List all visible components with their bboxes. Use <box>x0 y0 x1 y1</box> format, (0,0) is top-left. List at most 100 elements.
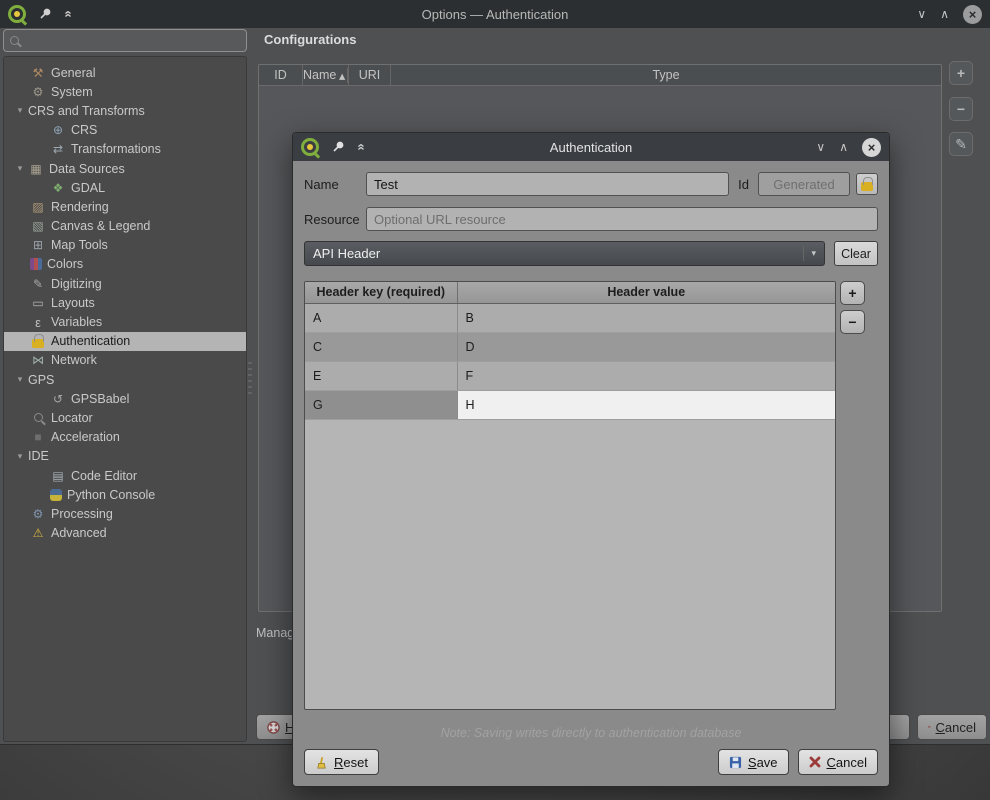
sidebar-item-label: General <box>51 66 95 80</box>
name-field[interactable] <box>366 172 729 196</box>
close-dialog-button[interactable]: × <box>862 138 881 157</box>
maximize-icon[interactable]: ∧ <box>839 140 848 154</box>
table-row[interactable]: EF <box>305 361 835 390</box>
add-header-button[interactable]: + <box>840 281 865 305</box>
close-window-button[interactable]: × <box>963 5 982 24</box>
sidebar-item-rendering[interactable]: ▨Rendering <box>4 197 246 216</box>
header-table-wrap: Header key (required)Header value ABCDEF… <box>304 281 836 710</box>
layouts-icon: ▭ <box>30 296 46 310</box>
sidebar-item-ide[interactable]: ▾IDE <box>4 447 246 466</box>
header-table[interactable]: Header key (required)Header value ABCDEF… <box>305 282 835 420</box>
sidebar-item-label: Digitizing <box>51 277 102 291</box>
sidebar-item-network[interactable]: ⋈Network <box>4 351 246 370</box>
column-header-name[interactable]: Name▴ <box>303 65 349 85</box>
sidebar-item-label: Processing <box>51 507 113 521</box>
minimize-icon[interactable]: ∨ <box>816 140 825 154</box>
sidebar-item-gdal[interactable]: ❖GDAL <box>4 178 246 197</box>
sidebar-item-locator[interactable]: Locator <box>4 408 246 427</box>
header-cell[interactable]: G <box>305 390 457 419</box>
minimize-icon[interactable]: ∨ <box>917 7 926 21</box>
sidebar-item-canvas-legend[interactable]: ▧ Canvas & Legend <box>4 217 246 236</box>
expander-icon[interactable]: ▾ <box>12 163 28 174</box>
sidebar-item-layouts[interactable]: ▭Layouts <box>4 293 246 312</box>
sidebar-item-colors[interactable]: Colors <box>4 255 246 274</box>
qgis-logo-icon <box>8 5 26 23</box>
header-cell[interactable]: E <box>305 361 457 390</box>
sidebar-item-digitizing[interactable]: ✎Digitizing <box>4 274 246 293</box>
sidebar-item-acceleration[interactable]: ■Acceleration <box>4 428 246 447</box>
id-field <box>758 172 850 196</box>
sidebar-item-python-console[interactable]: Python Console <box>4 485 246 504</box>
auth-method-value: API Header <box>313 246 380 261</box>
table-row[interactable]: GH <box>305 390 835 419</box>
sidebar-item-crs-and-transforms[interactable]: ▾CRS and Transforms <box>4 101 246 120</box>
expander-icon[interactable]: ▾ <box>12 105 28 116</box>
table-row[interactable]: CD <box>305 332 835 361</box>
sidebar-item-system[interactable]: ⚙System <box>4 82 246 101</box>
header-cell[interactable]: A <box>305 303 457 332</box>
sidebar-item-data-sources[interactable]: ▾▦Data Sources <box>4 159 246 178</box>
sidebar-item-crs[interactable]: ⊕CRS <box>4 121 246 140</box>
shade-icon[interactable]: » <box>61 10 75 17</box>
edit-configuration-button[interactable]: ✎ <box>949 132 973 156</box>
sidebar-item-label: GPSBabel <box>71 392 129 406</box>
sidebar-item-variables[interactable]: εVariables <box>4 312 246 331</box>
add-configuration-button[interactable]: + <box>949 61 973 85</box>
panel-splitter-handle[interactable] <box>248 362 252 396</box>
dialog-cancel-button[interactable]: Cancel <box>798 749 878 775</box>
header-cell[interactable]: B <box>457 303 835 332</box>
options-cancel-button[interactable]: Cancel <box>917 714 987 740</box>
pin-icon[interactable] <box>331 140 345 154</box>
header-cell[interactable]: D <box>457 332 835 361</box>
sidebar-item-transformations[interactable]: ⇄Transformations <box>4 140 246 159</box>
table-row[interactable]: AB <box>305 303 835 332</box>
sidebar-item-label: Advanced <box>51 526 107 540</box>
header-cell[interactable]: C <box>305 332 457 361</box>
shade-icon[interactable]: » <box>354 143 368 150</box>
hammer-icon: ⚒ <box>30 66 46 80</box>
canvas-icon: ▧ <box>30 219 46 233</box>
header-cell[interactable]: F <box>457 361 835 390</box>
header-cell[interactable]: H <box>457 390 835 419</box>
remove-configuration-button[interactable]: − <box>949 97 973 121</box>
sidebar-item-label: Colors <box>47 257 83 271</box>
clear-button[interactable]: Clear <box>834 241 878 266</box>
sidebar-item-gps[interactable]: ▾GPS <box>4 370 246 389</box>
manage-label: Manag <box>256 626 294 640</box>
pin-icon[interactable] <box>38 7 52 21</box>
sidebar-item-processing[interactable]: ⚙Processing <box>4 504 246 523</box>
reset-button[interactable]: Reset <box>304 749 379 775</box>
settings-search[interactable] <box>3 29 247 52</box>
resource-field[interactable] <box>366 207 878 231</box>
sidebar-item-authentication[interactable]: Authentication <box>4 332 246 351</box>
maximize-icon[interactable]: ∧ <box>940 7 949 21</box>
auth-method-select[interactable]: API Header ▾ <box>304 241 825 266</box>
sidebar-item-gpsbabel[interactable]: ↺ GPSBabel <box>4 389 246 408</box>
help-icon <box>267 721 280 734</box>
sidebar-item-label: Canvas & Legend <box>51 219 150 233</box>
magnifier-glyph <box>34 413 43 422</box>
remove-header-button[interactable]: − <box>840 310 865 334</box>
column-header-uri[interactable]: URI <box>349 65 391 85</box>
chevron-down-icon: ▾ <box>803 246 816 261</box>
configurations-heading: Configurations <box>264 32 356 47</box>
authentication-dialog: » Authentication ∨ ∧ × Name Id Resource … <box>292 132 890 787</box>
sidebar-item-general[interactable]: ⚒ General <box>4 63 246 82</box>
expander-icon[interactable]: ▾ <box>12 374 28 385</box>
sidebar-item-code-editor[interactable]: ▤Code Editor <box>4 466 246 485</box>
expander-icon[interactable]: ▾ <box>12 451 28 462</box>
gpsbabel-icon: ↺ <box>50 392 66 406</box>
sidebar-item-map-tools[interactable]: ⊞Map Tools <box>4 236 246 255</box>
sidebar-item-label: Network <box>51 353 97 367</box>
search-input[interactable] <box>25 34 240 48</box>
id-lock-button[interactable] <box>856 173 878 195</box>
column-header-id[interactable]: ID <box>259 65 303 85</box>
magnifier-icon <box>30 413 46 422</box>
lock-icon <box>30 335 46 348</box>
save-button[interactable]: Save <box>718 749 789 775</box>
sidebar-item-label: Transformations <box>71 142 161 156</box>
column-header-type[interactable]: Type <box>391 65 941 85</box>
sidebar-item-advanced[interactable]: ⚠Advanced <box>4 524 246 543</box>
globe-icon: ⊕ <box>50 123 66 137</box>
sidebar-item-label: Map Tools <box>51 238 108 252</box>
